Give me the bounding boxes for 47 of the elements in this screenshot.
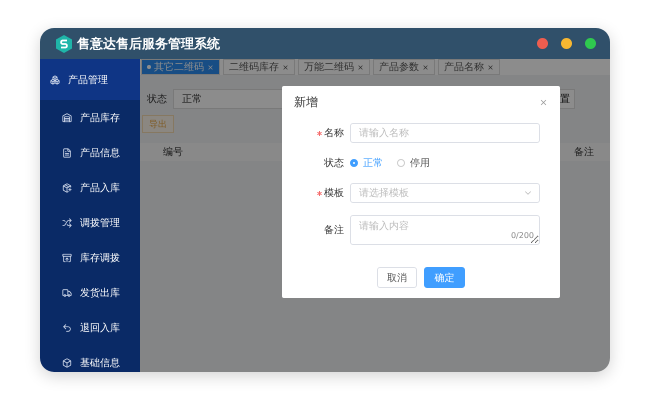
close-icon[interactable]: [422, 64, 429, 70]
field-label: 名称: [324, 127, 344, 140]
tab[interactable]: 万能二维码: [298, 59, 370, 75]
minimize-dot-icon[interactable]: [561, 38, 572, 49]
filter-label: 状态: [147, 92, 167, 106]
maximize-dot-icon[interactable]: [585, 38, 596, 49]
column-header: 备注: [574, 146, 594, 159]
sidebar-item[interactable]: 发货出库: [40, 275, 140, 310]
cancel-button[interactable]: 取消: [377, 267, 417, 288]
menu-icon: [62, 148, 72, 158]
sidebar-item[interactable]: 产品库存: [40, 100, 140, 135]
field-label: 备注: [324, 224, 344, 237]
sidebar-item[interactable]: 产品信息: [40, 135, 140, 170]
radio-button[interactable]: [350, 159, 358, 167]
logo-icon: [56, 34, 72, 52]
menu-icon: [62, 182, 72, 192]
sidebar-item[interactable]: 库存调拨: [40, 240, 140, 275]
tab[interactable]: 产品名称: [438, 59, 500, 75]
close-icon[interactable]: [357, 64, 364, 70]
menu-icon: [62, 322, 72, 332]
close-icon[interactable]: [539, 98, 548, 107]
sidebar-item[interactable]: 产品入库: [40, 170, 140, 205]
field-label: 状态: [324, 156, 344, 170]
field-label: 模板: [324, 186, 344, 200]
menu-icon: [62, 218, 72, 228]
char-counter: 0/200: [510, 231, 534, 240]
dialog-title: 新增: [294, 94, 318, 111]
sidebar-item[interactable]: 基础信息: [40, 345, 140, 372]
radio-button[interactable]: [397, 159, 405, 167]
name-input[interactable]: 请输入名称: [350, 123, 540, 143]
boxes-icon: [50, 74, 60, 84]
close-icon[interactable]: [487, 64, 494, 70]
radio-label[interactable]: 停用: [410, 156, 430, 170]
sidebar-item[interactable]: 退回入库: [40, 310, 140, 345]
tab[interactable]: 产品参数: [373, 59, 435, 75]
menu-icon: [62, 288, 72, 298]
active-dot-icon: [147, 65, 151, 69]
column-header: 编号: [163, 146, 183, 159]
window-title: 售意达售后服务管理系统: [77, 36, 221, 52]
close-icon[interactable]: [282, 64, 289, 70]
menu-icon: [62, 252, 72, 262]
sidebar-group[interactable]: 产品管理: [40, 59, 140, 100]
sidebar-item[interactable]: 调拨管理: [40, 205, 140, 240]
menu-icon: [62, 358, 72, 368]
close-dot-icon[interactable]: [537, 38, 548, 49]
menu-icon: [62, 112, 72, 122]
tab[interactable]: 二维码库存: [223, 59, 295, 75]
